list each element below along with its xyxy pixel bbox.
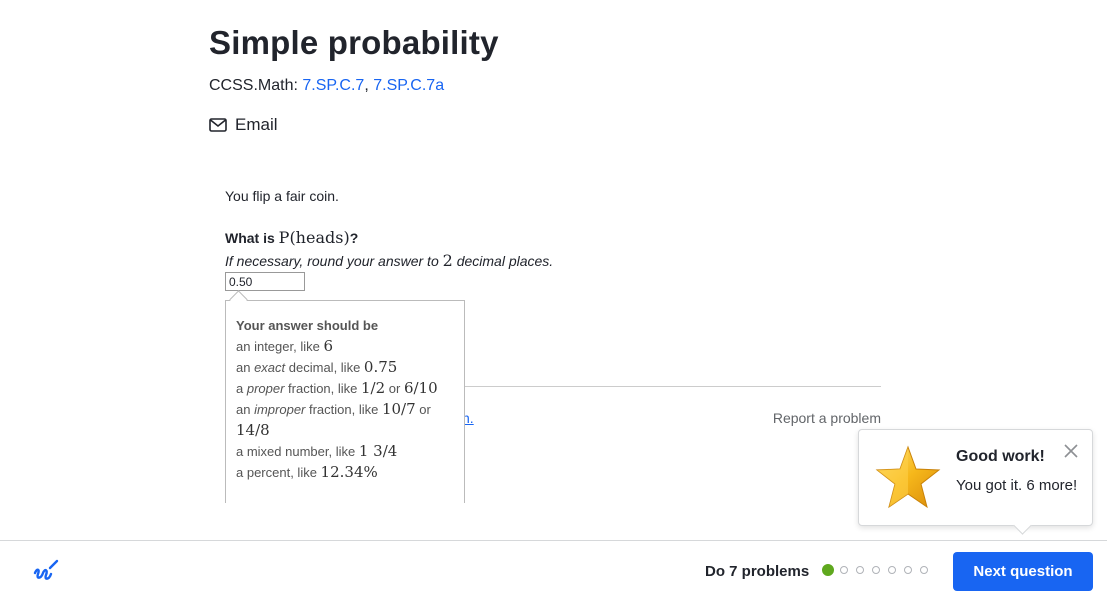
toast-message: You got it. 6 more!	[956, 477, 1078, 494]
rounding-hint: If necessary, round your answer to 2 dec…	[225, 251, 553, 270]
progress-dot	[822, 564, 834, 576]
progress-dot	[920, 566, 928, 574]
answer-input[interactable]	[225, 272, 305, 291]
hint-text-end: decimal places.	[452, 253, 554, 269]
exercise-footer: Do 7 problems Next question	[0, 540, 1107, 600]
prompt-math: P(heads)	[278, 228, 350, 247]
next-question-button[interactable]: Next question	[953, 552, 1093, 591]
format-mixed-number: a mixed number, like 1 3/4	[236, 442, 398, 460]
section-divider	[465, 386, 881, 387]
standard-link-7spc7[interactable]: 7.SP.C.7	[302, 77, 364, 94]
progress-dot	[888, 566, 896, 574]
email-button[interactable]: Email	[209, 115, 278, 135]
star-icon	[875, 445, 941, 509]
standards-line: CCSS.Math: 7.SP.C.7, 7.SP.C.7a	[209, 77, 444, 95]
standards-separator: ,	[364, 77, 374, 94]
feedback-toast: Good work! You got it. 6 more!	[858, 429, 1093, 526]
email-label: Email	[235, 115, 278, 134]
problem-count-label: Do 7 problems	[705, 563, 810, 580]
question-prompt: What is P(heads)?	[225, 228, 358, 247]
format-proper-fraction: a proper fraction, like 1/2 or 6/10	[236, 379, 438, 397]
progress-dots	[822, 564, 930, 576]
answer-format-tooltip: Your answer should be an integer, like 6…	[225, 300, 465, 503]
prompt-label: What is	[225, 230, 279, 246]
standards-prefix: CCSS.Math:	[209, 77, 303, 94]
page-title: Simple probability	[209, 24, 499, 61]
format-improper-fraction: an improper fraction, like 10/7 or 14/8	[236, 400, 431, 439]
format-decimal: an exact decimal, like 0.75	[236, 358, 398, 376]
progress-dot	[856, 566, 864, 574]
format-integer: an integer, like 6	[236, 337, 333, 355]
hint-math: 2	[442, 251, 453, 270]
progress-dot	[840, 566, 848, 574]
progress-dot	[904, 566, 912, 574]
close-icon[interactable]	[1064, 444, 1078, 458]
question-intro: You flip a fair coin.	[225, 188, 339, 204]
envelope-icon	[209, 118, 227, 132]
tooltip-title: Your answer should be	[236, 318, 379, 333]
toast-title: Good work!	[956, 448, 1045, 465]
progress-dot	[872, 566, 880, 574]
format-percent: a percent, like 12.34%	[236, 463, 378, 481]
hint-text: If necessary, round your answer to	[225, 253, 443, 269]
standard-link-7spc7a[interactable]: 7.SP.C.7a	[373, 77, 444, 94]
scratchpad-logo-icon[interactable]	[31, 559, 59, 585]
prompt-end: ?	[349, 230, 359, 246]
report-problem-link[interactable]: Report a problem	[773, 410, 881, 426]
